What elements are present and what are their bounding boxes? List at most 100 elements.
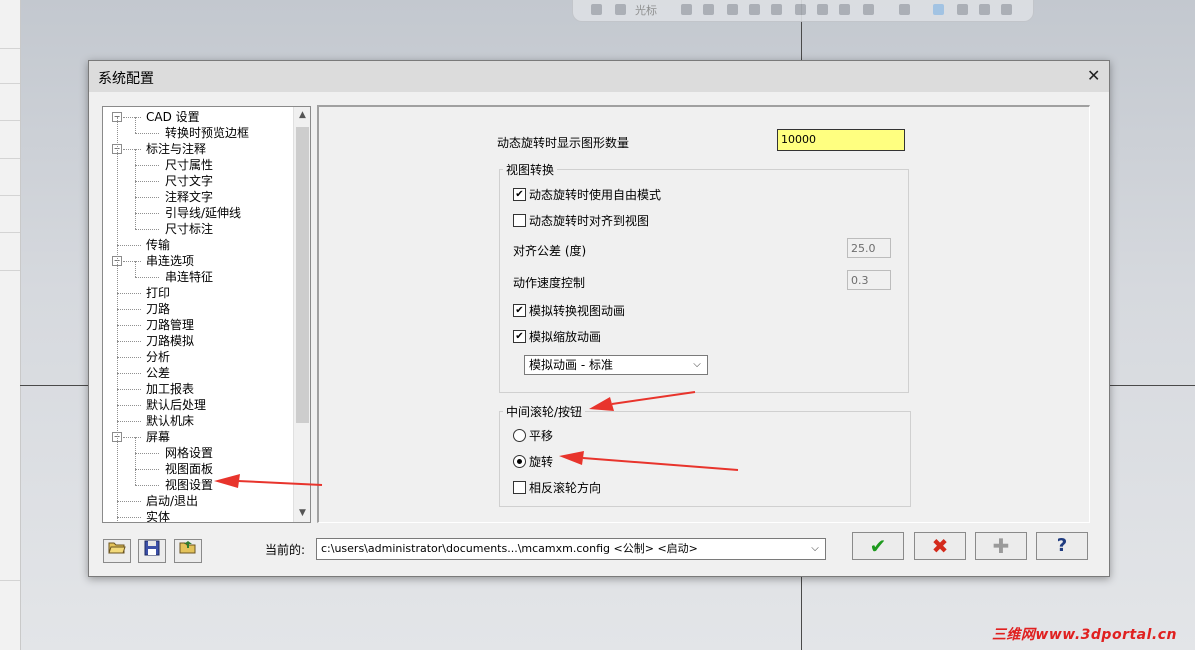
view-transform-title: 视图转换 [503, 161, 558, 178]
tree-item[interactable]: 串连特征 [165, 269, 213, 285]
tree-connector [117, 501, 141, 502]
dynamic-count-input[interactable]: 10000 [777, 129, 905, 151]
toolbar-icon[interactable] [727, 4, 738, 15]
tree-connector [123, 117, 141, 118]
tree-item[interactable]: 公差 [146, 365, 170, 381]
tree-item[interactable]: 分析 [146, 349, 170, 365]
tree-connector [123, 149, 141, 150]
tree-item[interactable]: 加工报表 [146, 381, 194, 397]
tree-connector [117, 245, 141, 246]
toolbar-icon[interactable] [899, 4, 910, 15]
tree-item[interactable]: 转换时预览边框 [165, 125, 249, 141]
toolbar-icon[interactable] [817, 4, 828, 15]
tree-item[interactable]: 尺寸标注 [165, 221, 213, 237]
settings-tree[interactable]: − CAD 设置 转换时预览边框 − 标注与注释 尺寸属性 尺寸文字 注释文字 引导线/延伸线尺… [102, 106, 311, 523]
toolbar-icon[interactable] [681, 4, 692, 15]
scroll-down-icon[interactable]: ▼ [294, 505, 310, 522]
toolbar-icon[interactable] [591, 4, 602, 15]
scroll-thumb[interactable] [296, 127, 309, 423]
tree-connector [117, 373, 141, 374]
open-config-button[interactable] [103, 539, 131, 563]
scroll-up-icon[interactable]: ▲ [294, 107, 310, 124]
align-tolerance-label: 对齐公差 (度) [513, 244, 587, 258]
tree-item[interactable]: 注释文字 [165, 189, 213, 205]
tree-connector [135, 165, 136, 181]
help-button[interactable]: ? [1036, 532, 1088, 560]
pan-label[interactable]: 平移 [529, 427, 553, 444]
tree-connector [135, 261, 136, 277]
tree-item[interactable]: 默认机床 [146, 413, 194, 429]
background-toolbar: 光标 [572, 0, 1034, 22]
align-tolerance-input[interactable]: 25.0 [847, 238, 891, 258]
merge-config-button[interactable] [174, 539, 202, 563]
toolbar-icon[interactable] [979, 4, 990, 15]
rotate-label[interactable]: 旋转 [529, 453, 553, 470]
tree-item[interactable]: 屏幕 [146, 429, 170, 445]
tree-connector [135, 181, 159, 182]
ok-button[interactable]: ✔ [852, 532, 904, 560]
toolbar-icon[interactable] [1001, 4, 1012, 15]
tree-item[interactable]: 打印 [146, 285, 170, 301]
toolbar-icon[interactable] [795, 4, 806, 15]
toolbar-icon[interactable] [863, 4, 874, 15]
save-config-button[interactable] [138, 539, 166, 563]
reverse-wheel-checkbox[interactable] [513, 481, 526, 494]
anim-view-checkbox[interactable]: ✔ [513, 304, 526, 317]
tree-connector [117, 405, 141, 406]
cancel-button[interactable]: ✖ [914, 532, 966, 560]
tree-connector [117, 517, 141, 518]
animation-speed-value: 模拟动画 - 标准 [529, 358, 613, 372]
current-config-select[interactable]: c:\users\administrator\documents...\mcam… [316, 538, 826, 560]
tree-connector [117, 389, 141, 390]
free-mode-label[interactable]: 动态旋转时使用自由模式 [529, 186, 661, 203]
pan-radio[interactable] [513, 429, 526, 442]
tree-item[interactable]: 刀路模拟 [146, 333, 194, 349]
free-mode-checkbox[interactable]: ✔ [513, 188, 526, 201]
tree-item[interactable]: 网格设置 [165, 445, 213, 461]
toolbar-cursor-label[interactable]: 光标 [635, 2, 657, 18]
add-button[interactable]: ✚ [975, 532, 1027, 560]
tree-item[interactable]: 默认后处理 [146, 397, 206, 413]
x-icon: ✖ [931, 534, 949, 558]
close-button[interactable]: ✕ [1081, 65, 1103, 87]
tree-item[interactable]: 刀路 [146, 301, 170, 317]
tree-connector [135, 485, 159, 486]
toolbar-icon[interactable] [615, 4, 626, 15]
tree-item[interactable]: 刀路管理 [146, 317, 194, 333]
tree-item[interactable]: 视图设置 [165, 477, 213, 493]
tree-connector [135, 437, 136, 453]
rotate-radio[interactable] [513, 455, 526, 468]
reverse-wheel-label[interactable]: 相反滚轮方向 [529, 479, 601, 496]
tree-item[interactable]: 引导线/延伸线 [165, 205, 241, 221]
tree-connector [135, 149, 136, 165]
toolbar-icon[interactable] [771, 4, 782, 15]
tree-connector [117, 117, 118, 521]
toolbar-icon[interactable] [839, 4, 850, 15]
tree-scrollbar[interactable]: ▲ ▼ [293, 107, 310, 522]
anim-view-label[interactable]: 模拟转换视图动画 [529, 302, 625, 319]
anim-zoom-checkbox[interactable]: ✔ [513, 330, 526, 343]
tree-item[interactable]: 传输 [146, 237, 170, 253]
tree-item[interactable]: 尺寸属性 [165, 157, 213, 173]
tree-item[interactable]: 视图面板 [165, 461, 213, 477]
tree-item[interactable]: 尺寸文字 [165, 173, 213, 189]
tree-item[interactable]: 串连选项 [146, 253, 194, 269]
dialog-titlebar[interactable]: 系统配置 ✕ [89, 61, 1109, 92]
left-panel-strip [0, 0, 21, 650]
tree-item[interactable]: CAD 设置 [146, 109, 200, 125]
tree-connector [135, 277, 159, 278]
anim-zoom-label[interactable]: 模拟缩放动画 [529, 328, 601, 345]
tree-connector [117, 293, 141, 294]
animation-speed-select[interactable]: 模拟动画 - 标准 ⌵ [524, 355, 708, 375]
toolbar-icon[interactable] [749, 4, 760, 15]
align-view-label[interactable]: 动态旋转时对齐到视图 [529, 212, 649, 229]
toolbar-icon[interactable] [933, 4, 944, 15]
speed-control-input[interactable]: 0.3 [847, 270, 891, 290]
tree-item[interactable]: 实体 [146, 509, 170, 522]
align-view-checkbox[interactable] [513, 214, 526, 227]
tree-connector [123, 437, 141, 438]
toolbar-icon[interactable] [957, 4, 968, 15]
toolbar-icon[interactable] [703, 4, 714, 15]
tree-item[interactable]: 标注与注释 [146, 141, 206, 157]
tree-item[interactable]: 启动/退出 [146, 493, 198, 509]
